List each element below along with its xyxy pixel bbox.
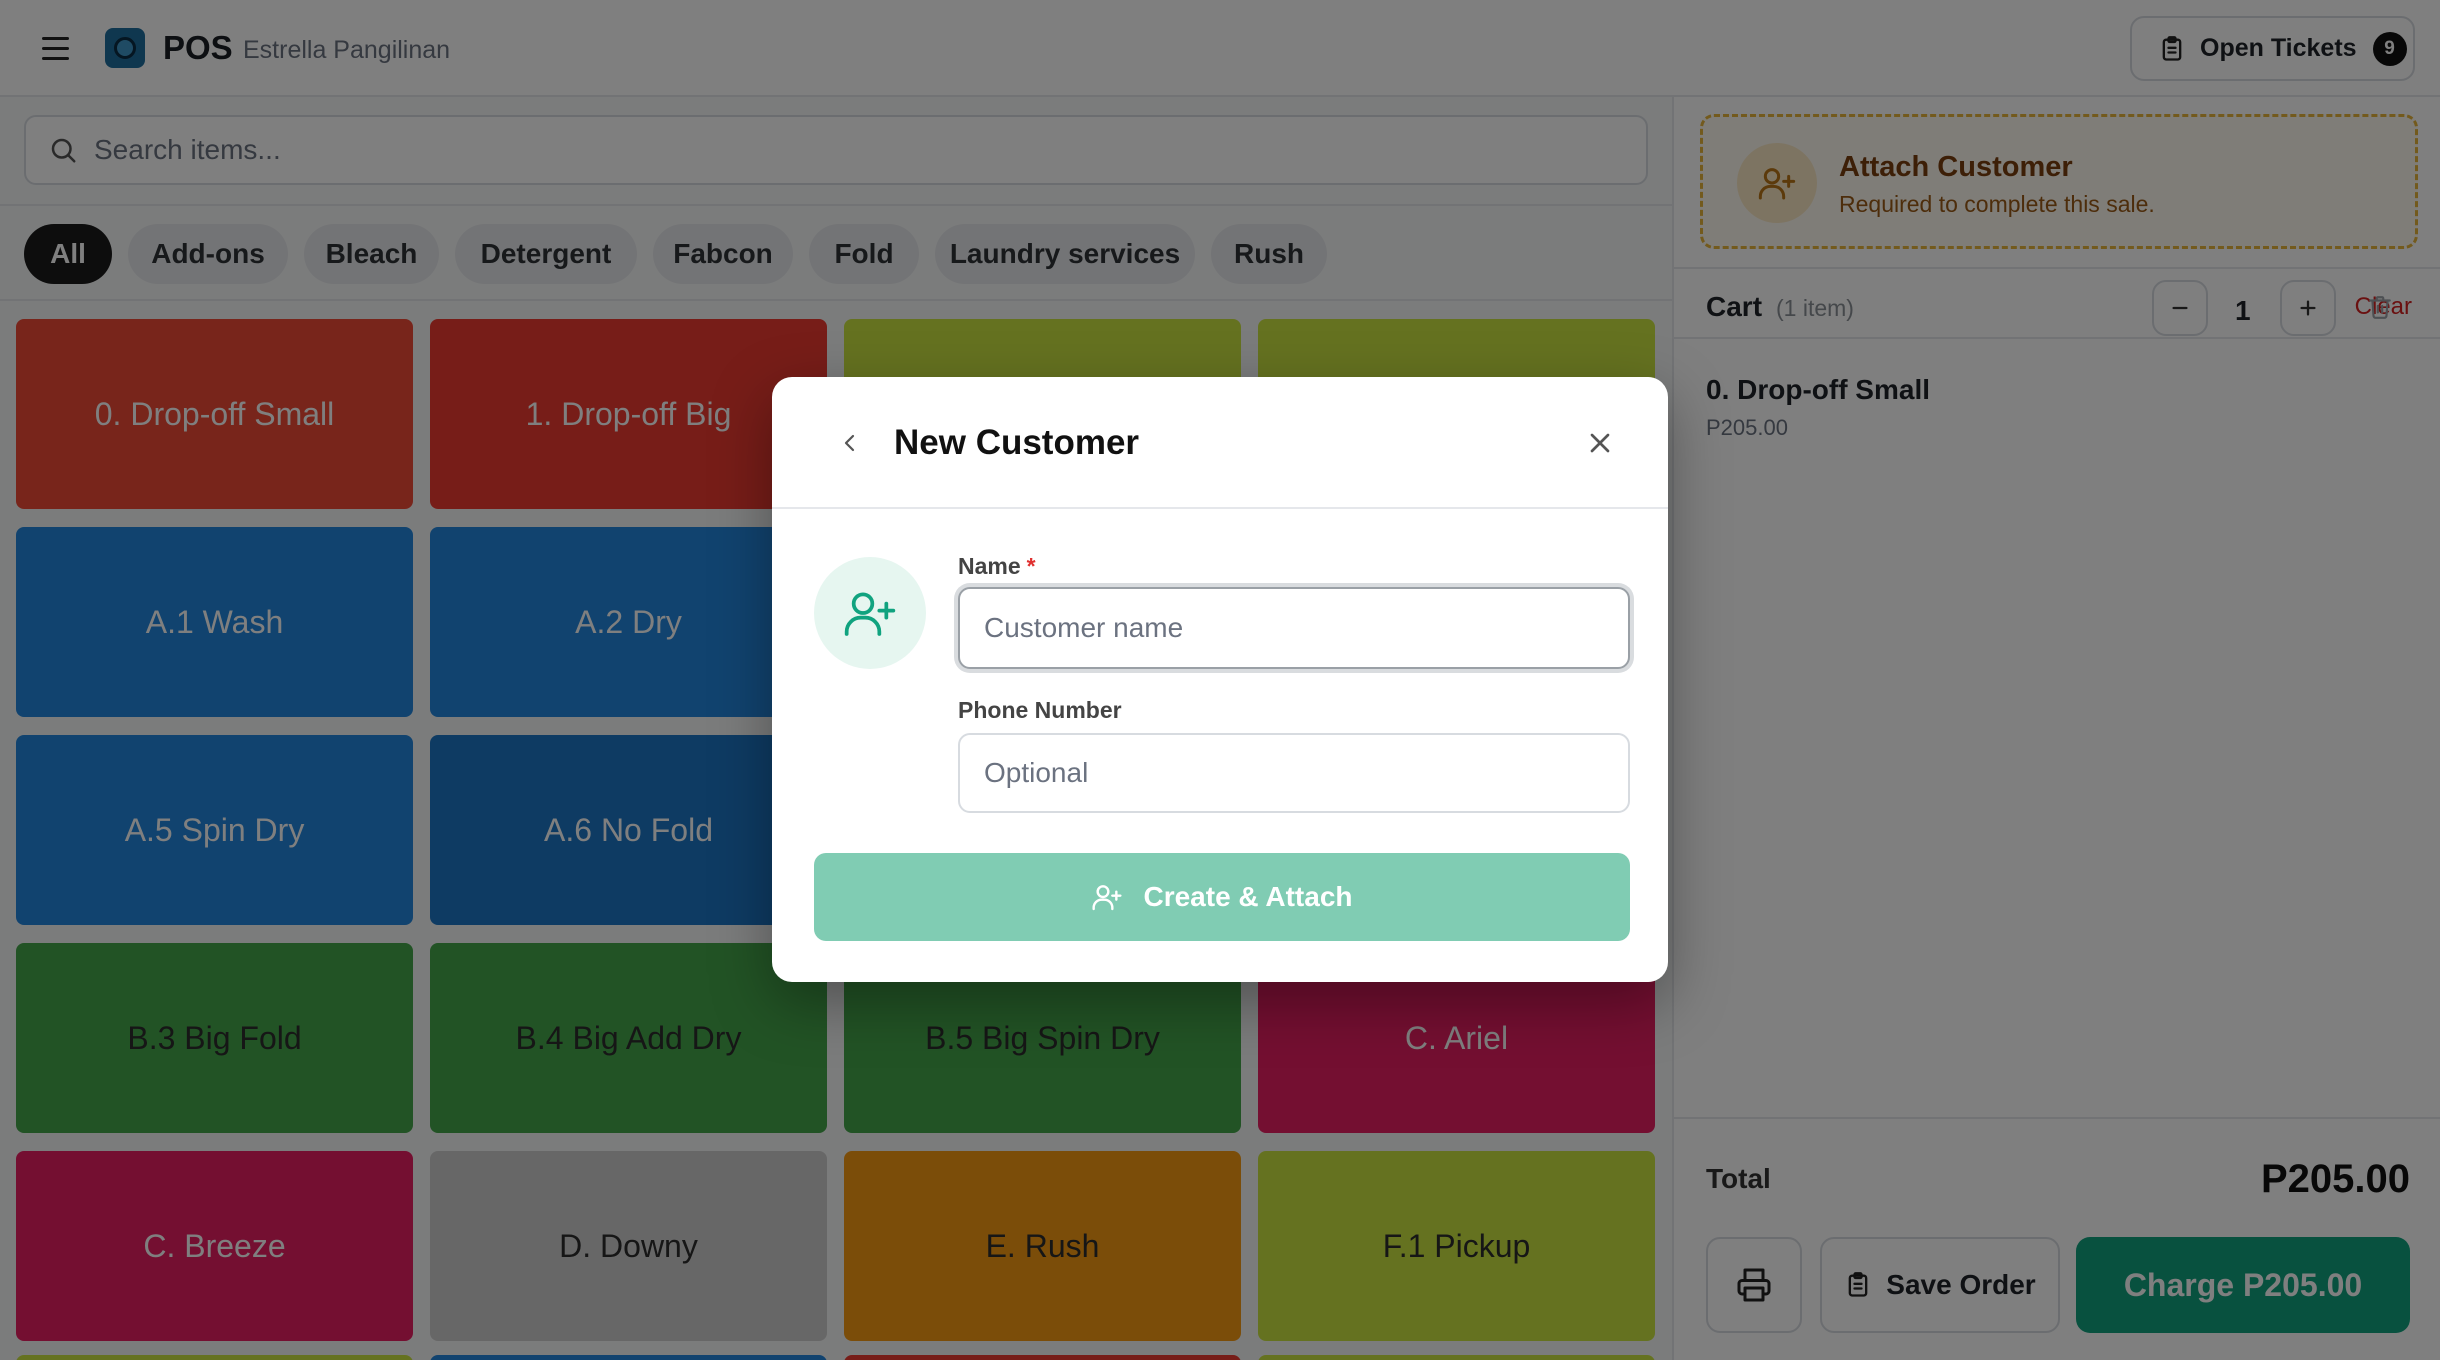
customer-name-input[interactable] [958, 587, 1630, 669]
phone-number-input[interactable] [958, 733, 1630, 813]
chevron-left-icon[interactable] [832, 425, 868, 461]
close-icon[interactable] [1578, 421, 1622, 465]
dialog-header: New Customer [772, 377, 1668, 509]
phone-field-label: Phone Number [958, 697, 1122, 723]
required-marker: * [1026, 553, 1036, 579]
add-user-icon [1092, 885, 1123, 911]
create-and-attach-button[interactable]: Create & Attach [814, 853, 1630, 941]
name-label-text: Name [958, 553, 1021, 579]
dialog-title: New Customer [894, 423, 1140, 462]
new-customer-dialog: New Customer Name* Phone Number Create &… [772, 377, 1668, 982]
add-user-icon [814, 557, 926, 669]
create-and-attach-label: Create & Attach [1143, 881, 1353, 912]
name-field-label: Name * [958, 553, 1036, 580]
